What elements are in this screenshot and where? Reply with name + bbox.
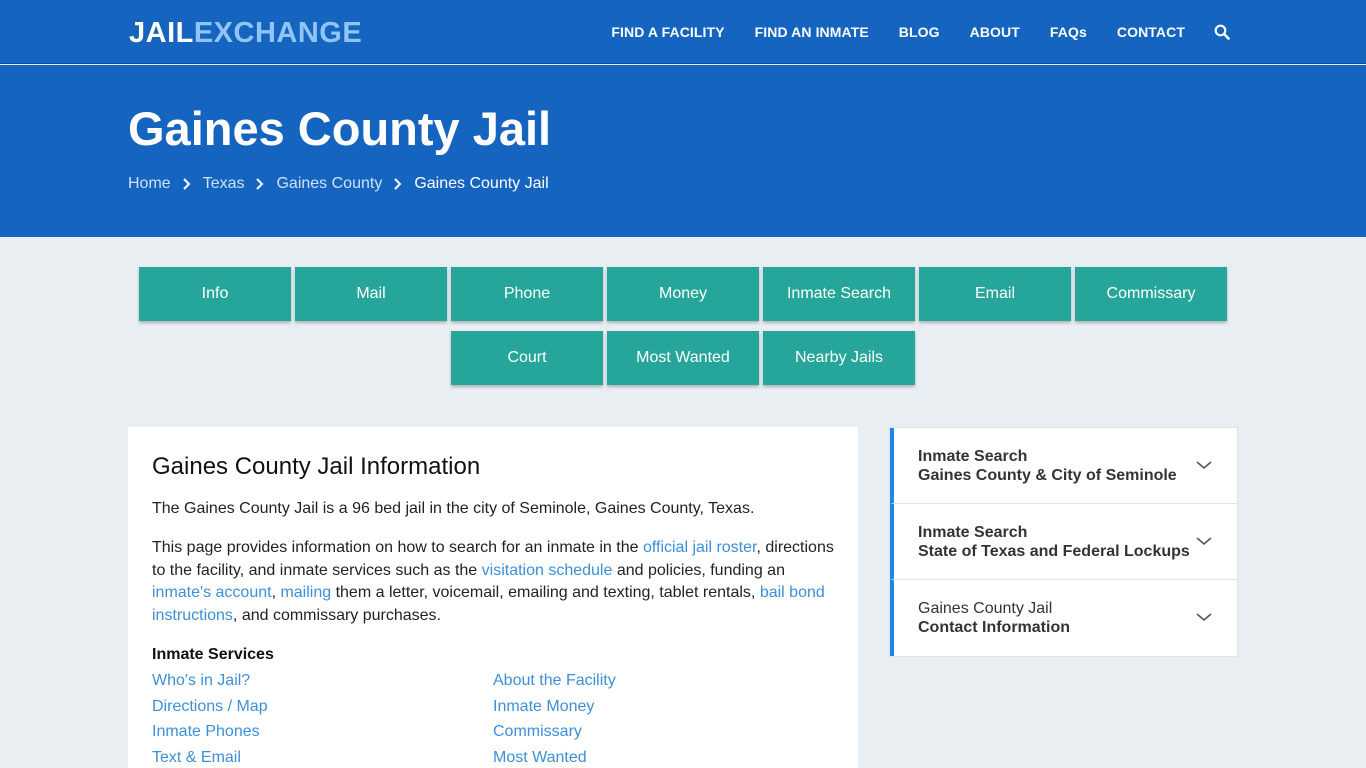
nav-faqs[interactable]: FAQs	[1050, 24, 1087, 40]
service-link[interactable]: Who's in Jail?	[152, 670, 493, 693]
tab-mail[interactable]: Mail	[295, 267, 447, 321]
nav-find-facility[interactable]: FIND A FACILITY	[611, 24, 724, 40]
tab-inmate-search[interactable]: Inmate Search	[763, 267, 915, 321]
service-link[interactable]: About the Facility	[493, 670, 834, 693]
service-link[interactable]: Commissary	[493, 721, 834, 744]
nav-contact[interactable]: CONTACT	[1117, 24, 1185, 40]
official-jail-roster-link[interactable]: official jail roster	[643, 539, 757, 556]
tab-most-wanted[interactable]: Most Wanted	[607, 331, 759, 385]
service-link[interactable]: Text & Email	[152, 747, 493, 768]
service-link[interactable]: Inmate Phones	[152, 721, 493, 744]
tab-court[interactable]: Court	[451, 331, 603, 385]
intro-text: The Gaines County Jail is a 96 bed jail …	[152, 500, 755, 517]
breadcrumb-current: Gaines County Jail	[414, 175, 549, 192]
chevron-right-icon	[181, 177, 193, 191]
accordion-contact-info[interactable]: Gaines County Jail Contact Information	[890, 580, 1237, 656]
tab-info[interactable]: Info	[139, 267, 291, 321]
chevron-right-icon	[254, 177, 266, 191]
chevron-down-icon	[1195, 458, 1213, 470]
nav-find-inmate[interactable]: FIND AN INMATE	[755, 24, 869, 40]
info-card: Gaines County Jail Information The Gaine…	[128, 427, 858, 768]
nav-about[interactable]: ABOUT	[970, 24, 1020, 40]
search-icon[interactable]	[1214, 24, 1230, 40]
service-link[interactable]: Directions / Map	[152, 696, 493, 719]
inmate-services-title: Inmate Services	[152, 646, 274, 663]
mailing-link[interactable]: mailing	[280, 584, 331, 601]
chevron-right-icon	[392, 177, 404, 191]
service-link[interactable]: Most Wanted	[493, 747, 834, 768]
description-paragraph: This page provides information on how to…	[152, 539, 834, 624]
page-title: Gaines County Jail	[128, 102, 552, 155]
chevron-down-icon	[1195, 610, 1213, 622]
breadcrumb-texas[interactable]: Texas	[203, 175, 245, 193]
inmate-account-link[interactable]: inmate's account	[152, 584, 272, 601]
inmate-services-links: Who's in Jail? About the Facility Direct…	[152, 670, 852, 768]
top-navbar: JAILEXCHANGE FIND A FACILITY FIND AN INM…	[0, 0, 1366, 64]
breadcrumb-gaines-county[interactable]: Gaines County	[276, 175, 382, 193]
chevron-down-icon	[1195, 534, 1213, 546]
service-link[interactable]: Inmate Money	[493, 696, 834, 719]
tab-nearby-jails[interactable]: Nearby Jails	[763, 331, 915, 385]
info-heading: Gaines County Jail Information	[152, 453, 481, 480]
site-logo[interactable]: JAILEXCHANGE	[129, 16, 362, 50]
main-nav: FIND A FACILITY FIND AN INMATE BLOG ABOU…	[581, 0, 1230, 64]
breadcrumb: Home Texas Gaines County Gaines County J…	[128, 175, 549, 193]
tab-phone[interactable]: Phone	[451, 267, 603, 321]
sidebar-accordion: Inmate Search Gaines County & City of Se…	[889, 427, 1238, 657]
breadcrumb-home[interactable]: Home	[128, 175, 171, 193]
accordion-inmate-search-county[interactable]: Inmate Search Gaines County & City of Se…	[890, 428, 1237, 504]
facility-tabs: Info Mail Phone Money Inmate Search Emai…	[0, 267, 1366, 395]
tab-email[interactable]: Email	[919, 267, 1071, 321]
visitation-schedule-link[interactable]: visitation schedule	[482, 562, 613, 579]
tab-money[interactable]: Money	[607, 267, 759, 321]
accordion-inmate-search-state[interactable]: Inmate Search State of Texas and Federal…	[890, 504, 1237, 580]
nav-blog[interactable]: BLOG	[899, 24, 940, 40]
page-hero: Gaines County Jail Home Texas Gaines Cou…	[0, 65, 1366, 237]
tab-commissary[interactable]: Commissary	[1075, 267, 1227, 321]
